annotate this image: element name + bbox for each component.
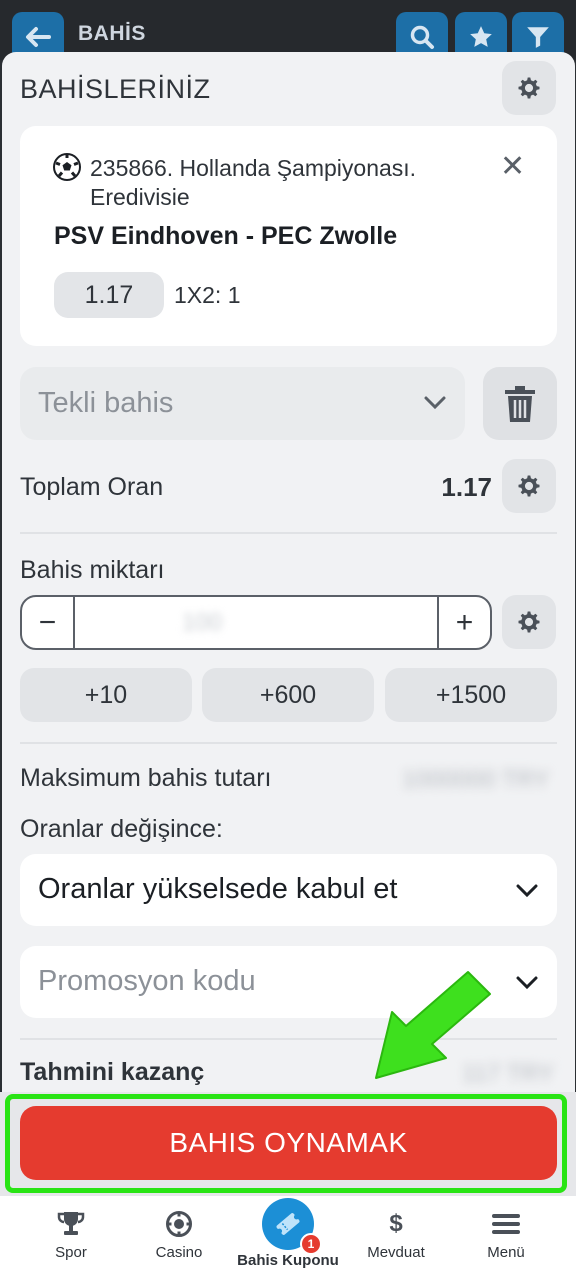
odd-value: 1.17 [54, 272, 164, 318]
stake-label: Bahis miktarı [20, 556, 165, 584]
chevron-down-icon [516, 884, 538, 898]
slip-settings-button[interactable] [502, 61, 556, 115]
chevron-down-icon [516, 976, 538, 990]
decrease-stake-button[interactable]: − [22, 597, 75, 648]
soccer-ball-icon [53, 153, 81, 181]
stake-stepper[interactable]: − 100 + [20, 595, 492, 650]
total-odds-label: Toplam Oran [20, 473, 164, 501]
nav-item-mevduat[interactable]: $ Mevduat [354, 1196, 438, 1280]
market-label: 1X2: 1 [174, 282, 241, 308]
gear-icon [518, 611, 540, 633]
nav-label-bet-slip: Bahis Kuponu [237, 1252, 339, 1269]
gear-icon [518, 475, 540, 497]
nav-label-spor: Spor [55, 1244, 87, 1261]
menu-icon [492, 1214, 520, 1234]
delete-all-button[interactable] [483, 367, 557, 440]
green-arrow-annotation [375, 971, 491, 1079]
top-bar: BAHİS [0, 0, 576, 62]
nav-item-menu[interactable]: Menü [474, 1196, 538, 1280]
odds-settings-button[interactable] [502, 459, 556, 513]
max-bet-value: 1000000 TRY [402, 766, 550, 793]
estimated-win-label: Tahmini kazanç [20, 1058, 205, 1086]
match-name: PSV Eindhoven - PEC Zwolle [54, 222, 398, 250]
filter-icon [527, 27, 549, 48]
quick-amount-1500[interactable]: +1500 [385, 668, 557, 722]
promo-code-placeholder: Promosyon kodu [38, 965, 256, 997]
total-odds-value: 1.17 [441, 472, 492, 502]
increase-stake-button[interactable]: + [437, 597, 490, 648]
nav-label-mevduat: Mevduat [367, 1244, 425, 1261]
trash-icon [505, 385, 535, 422]
highlight-frame [5, 1094, 567, 1193]
remove-bet-icon[interactable]: ✕ [500, 152, 525, 182]
nav-item-spor[interactable]: Spor [36, 1196, 106, 1280]
league-name: 235866. Hollanda Şampiyonası. Eredivisie [90, 155, 417, 210]
nav-item-casino[interactable]: Casino [144, 1196, 214, 1280]
max-bet-label: Maksimum bahis tutarı [20, 764, 272, 792]
back-arrow-icon [26, 27, 51, 47]
quick-amount-10[interactable]: +10 [20, 668, 192, 722]
stake-settings-button[interactable] [502, 595, 556, 649]
chevron-down-icon [424, 396, 446, 410]
nav-label-casino: Casino [155, 1244, 203, 1261]
bet-slip-title: BAHİSLERİNİZ [20, 74, 211, 104]
odds-change-value: Oranlar yükselsede kabul et [38, 873, 398, 905]
page-title: BAHİS [78, 22, 146, 45]
divider [20, 742, 557, 744]
divider [20, 532, 557, 534]
casino-chip-icon [166, 1211, 192, 1237]
ticket-icon [276, 1213, 300, 1235]
bet-type-value: Tekli bahis [38, 387, 174, 419]
bet-type-select[interactable]: Tekli bahis [20, 367, 465, 440]
trophy-icon [57, 1212, 85, 1235]
stake-input[interactable]: 100 [182, 609, 222, 637]
dollar-icon: $ [389, 1210, 403, 1237]
search-icon [410, 25, 434, 49]
odds-change-label: Oranlar değişince: [20, 815, 223, 843]
gear-icon [518, 77, 540, 99]
nav-label-menu: Menü [487, 1244, 525, 1261]
star-icon [470, 26, 492, 47]
quick-amount-600[interactable]: +600 [202, 668, 374, 722]
odds-change-select[interactable]: Oranlar yükselsede kabul et [20, 854, 557, 926]
